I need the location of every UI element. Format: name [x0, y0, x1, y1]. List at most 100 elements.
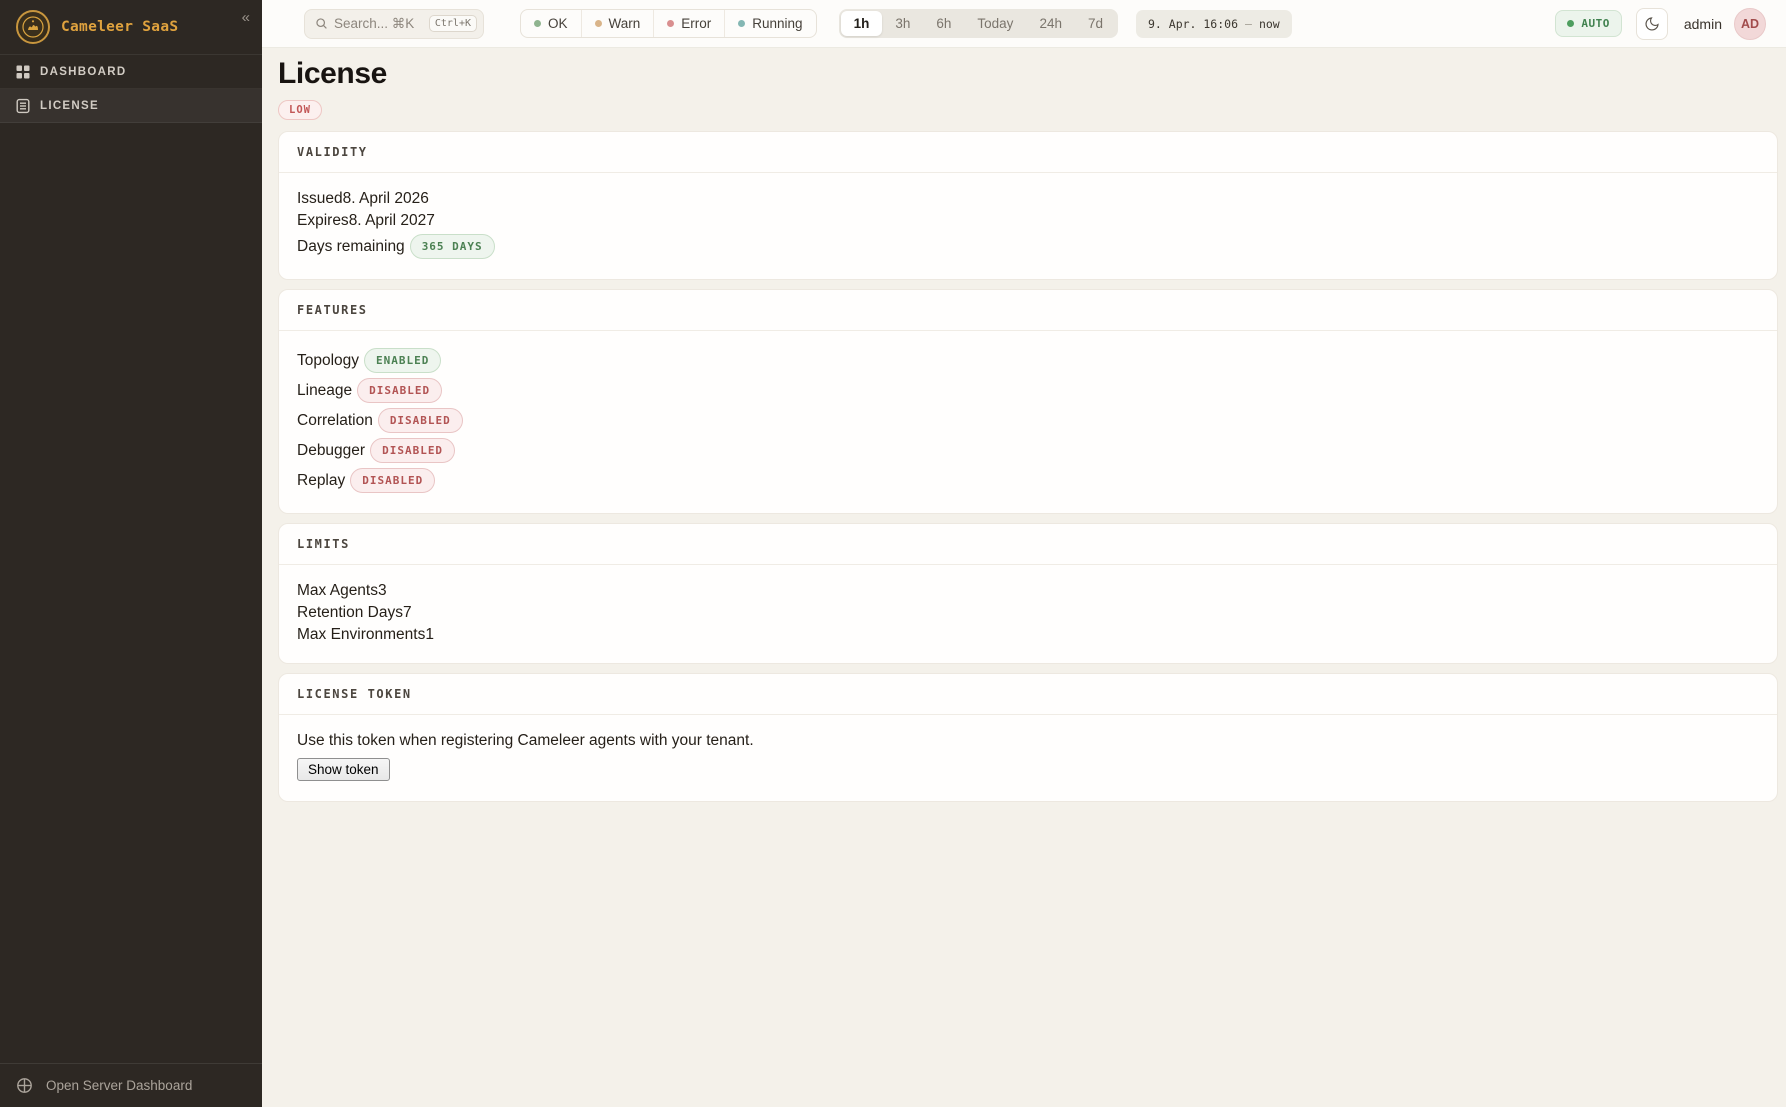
search-icon	[315, 17, 328, 30]
filter-label: Warn	[609, 16, 641, 31]
license-doc-icon	[15, 98, 31, 114]
limit-row-max-environments: Max Environments1	[297, 626, 1759, 643]
validity-card-header: VALIDITY	[279, 132, 1777, 173]
limits-card-body: Max Agents3 Retention Days7 Max Environm…	[279, 565, 1777, 663]
license-level-badge: LOW	[278, 100, 322, 120]
sidebar-collapse-icon[interactable]: «	[242, 10, 250, 25]
sidebar: Cameleer SaaS « DASHBOARD	[0, 0, 262, 1107]
row-label: Issued	[297, 190, 343, 207]
row-value: 3	[378, 582, 387, 599]
features-card: FEATURES Topology ENABLED Lineage DISABL…	[278, 289, 1778, 514]
feature-row-topology: Topology ENABLED	[297, 348, 1759, 373]
time-to: now	[1259, 17, 1280, 31]
sidebar-header: Cameleer SaaS «	[0, 0, 262, 55]
filter-label: Error	[681, 16, 711, 31]
license-page: License LOW VALIDITY Issued8. April 2026…	[262, 48, 1786, 1107]
features-card-header: FEATURES	[279, 290, 1777, 331]
license-token-card-header: LICENSE TOKEN	[279, 674, 1777, 715]
validity-row-expires: Expires8. April 2027	[297, 212, 1759, 229]
row-label: Max Agents	[297, 582, 378, 599]
time-range-3h-button[interactable]: 3h	[882, 11, 923, 36]
user-avatar[interactable]: AD	[1734, 8, 1766, 40]
auto-refresh-toggle[interactable]: AUTO	[1555, 10, 1622, 37]
row-label: Expires	[297, 212, 349, 229]
show-token-button[interactable]: Show token	[297, 758, 390, 781]
time-range-7d-button[interactable]: 7d	[1075, 11, 1116, 36]
auto-label: AUTO	[1581, 17, 1610, 30]
globe-plus-icon	[16, 1077, 33, 1094]
row-label: Correlation	[297, 412, 373, 429]
time-range-today-button[interactable]: Today	[964, 11, 1026, 36]
row-label: Debugger	[297, 442, 365, 459]
row-label: Retention Days	[297, 604, 403, 621]
search-shortcut-kbd: Ctrl+K	[429, 15, 477, 32]
sidebar-nav: DASHBOARD LICENSE	[0, 55, 262, 123]
filter-running-button[interactable]: Running	[725, 10, 815, 37]
limit-row-max-agents: Max Agents3	[297, 582, 1759, 599]
search-input[interactable]: Search... ⌘K Ctrl+K	[304, 9, 484, 39]
feature-row-debugger: Debugger DISABLED	[297, 438, 1759, 463]
row-label: Days remaining	[297, 238, 405, 255]
validity-row-issued: Issued8. April 2026	[297, 190, 1759, 207]
app-logo-icon	[16, 10, 50, 44]
row-value: 8. April 2026	[343, 190, 429, 207]
status-filter-group: OK Warn Error Running	[520, 9, 817, 38]
feature-row-correlation: Correlation DISABLED	[297, 408, 1759, 433]
feature-status-badge: DISABLED	[357, 378, 442, 403]
filter-label: OK	[548, 16, 568, 31]
row-value: 1	[425, 626, 434, 643]
row-label: Lineage	[297, 382, 352, 399]
time-range-group: 1h 3h 6h Today 24h 7d	[839, 9, 1118, 38]
username-label: admin	[1684, 16, 1722, 32]
sidebar-item-license[interactable]: LICENSE	[0, 89, 262, 123]
time-range-24h-button[interactable]: 24h	[1026, 11, 1075, 36]
ok-status-dot	[534, 20, 541, 27]
time-from: 9. Apr. 16:06	[1148, 17, 1238, 31]
dark-mode-toggle[interactable]	[1636, 8, 1668, 40]
filter-ok-button[interactable]: OK	[521, 10, 582, 37]
days-remaining-badge: 365 DAYS	[410, 234, 495, 259]
validity-row-days-remaining: Days remaining 365 DAYS	[297, 234, 1759, 259]
app-title: Cameleer SaaS	[61, 19, 178, 35]
feature-status-badge: DISABLED	[378, 408, 463, 433]
error-status-dot	[667, 20, 674, 27]
time-separator: –	[1245, 17, 1252, 31]
filter-error-button[interactable]: Error	[654, 10, 725, 37]
row-value: 7	[403, 604, 412, 621]
open-server-dashboard-label: Open Server Dashboard	[46, 1078, 192, 1093]
sidebar-item-dashboard[interactable]: DASHBOARD	[0, 55, 262, 89]
license-token-card: LICENSE TOKEN Use this token when regist…	[278, 673, 1778, 802]
main-area: Search... ⌘K Ctrl+K OK Warn Error Runnin…	[262, 0, 1786, 1107]
topbar: Search... ⌘K Ctrl+K OK Warn Error Runnin…	[262, 0, 1786, 48]
validity-card-body: Issued8. April 2026 Expires8. April 2027…	[279, 173, 1777, 279]
time-range-1h-button[interactable]: 1h	[841, 11, 883, 36]
search-placeholder: Search... ⌘K	[334, 16, 414, 32]
time-range-6h-button[interactable]: 6h	[923, 11, 964, 36]
feature-row-lineage: Lineage DISABLED	[297, 378, 1759, 403]
moon-icon	[1644, 16, 1660, 32]
validity-card: VALIDITY Issued8. April 2026 Expires8. A…	[278, 131, 1778, 280]
token-description: Use this token when registering Cameleer…	[297, 732, 1759, 750]
feature-status-badge: DISABLED	[350, 468, 435, 493]
sidebar-item-label: DASHBOARD	[40, 66, 126, 78]
row-value: 8. April 2027	[349, 212, 435, 229]
row-label: Max Environments	[297, 626, 425, 643]
grid-icon	[15, 64, 31, 80]
feature-status-badge: DISABLED	[370, 438, 455, 463]
open-server-dashboard-link[interactable]: Open Server Dashboard	[0, 1063, 262, 1107]
limits-card: LIMITS Max Agents3 Retention Days7 Max E…	[278, 523, 1778, 664]
time-range-display[interactable]: 9. Apr. 16:06 – now	[1136, 10, 1292, 38]
running-status-dot	[738, 20, 745, 27]
feature-status-badge: ENABLED	[364, 348, 441, 373]
filter-label: Running	[752, 16, 802, 31]
limits-card-header: LIMITS	[279, 524, 1777, 565]
page-title: License	[278, 57, 1778, 91]
limit-row-retention-days: Retention Days7	[297, 604, 1759, 621]
filter-warn-button[interactable]: Warn	[582, 10, 655, 37]
sidebar-item-label: LICENSE	[40, 100, 99, 112]
auto-status-dot	[1567, 20, 1574, 27]
license-token-card-body: Use this token when registering Cameleer…	[279, 715, 1777, 801]
row-label: Replay	[297, 472, 345, 489]
feature-row-replay: Replay DISABLED	[297, 468, 1759, 493]
row-label: Topology	[297, 352, 359, 369]
